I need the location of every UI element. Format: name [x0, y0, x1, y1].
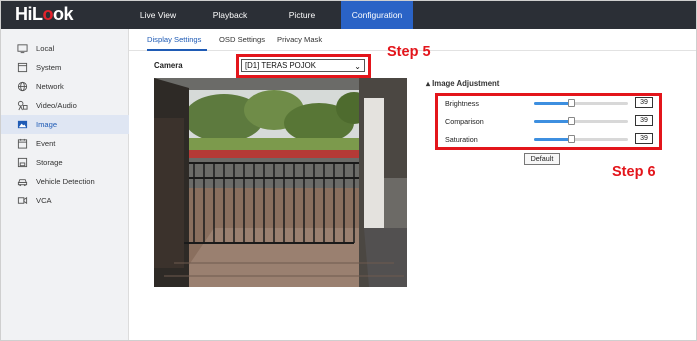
video-audio-icon	[17, 100, 28, 111]
top-navigation-bar: HiLook Live View Playback Picture Config…	[1, 1, 696, 29]
tab-osd-settings[interactable]: OSD Settings	[219, 29, 265, 51]
sidebar-item-label: Network	[36, 82, 64, 91]
sidebar-item-system[interactable]: System	[1, 58, 129, 77]
collapse-caret-icon: ▴	[426, 79, 430, 88]
sidebar-item-label: Image	[36, 120, 58, 129]
step6-label: Step 6	[612, 164, 656, 180]
monitor-icon	[17, 43, 28, 54]
sidebar-item-label: Vehicle Detection	[36, 177, 95, 186]
tab-privacy-mask[interactable]: Privacy Mask	[277, 29, 322, 51]
default-button[interactable]: Default	[524, 153, 560, 165]
image-icon	[17, 119, 28, 130]
sidebar-item-storage[interactable]: Storage	[1, 153, 129, 172]
vehicle-icon	[17, 176, 28, 187]
globe-icon	[17, 81, 28, 92]
image-adjustment-title[interactable]: ▴ Image Adjustment	[426, 79, 499, 88]
nav-playback[interactable]: Playback	[201, 1, 259, 29]
sidebar-item-label: Event	[36, 139, 56, 148]
step6-highlight-box	[435, 93, 662, 150]
nav-live-view[interactable]: Live View	[129, 1, 187, 29]
system-icon	[17, 62, 28, 73]
sidebar: Local System Network Video/Audio Image E…	[1, 29, 129, 340]
storage-icon	[17, 157, 28, 168]
vca-icon	[17, 195, 28, 206]
sidebar-item-image[interactable]: Image	[1, 115, 129, 134]
camera-label: Camera	[154, 61, 183, 70]
step5-highlight-box	[236, 54, 371, 78]
sidebar-item-label: System	[36, 63, 62, 72]
app-window: HiLook Live View Playback Picture Config…	[0, 0, 697, 341]
hilook-logo: HiLook	[15, 4, 74, 24]
sidebar-item-video-audio[interactable]: Video/Audio	[1, 96, 129, 115]
sidebar-item-label: Storage	[36, 158, 63, 167]
nav-picture[interactable]: Picture	[273, 1, 331, 29]
sidebar-item-vca[interactable]: VCA	[1, 191, 129, 210]
sidebar-item-label: Video/Audio	[36, 101, 77, 110]
event-icon	[17, 138, 28, 149]
step5-label: Step 5	[387, 44, 431, 60]
sidebar-item-event[interactable]: Event	[1, 134, 129, 153]
sidebar-item-vehicle-detection[interactable]: Vehicle Detection	[1, 172, 129, 191]
tab-display-settings[interactable]: Display Settings	[147, 29, 207, 51]
sidebar-item-local[interactable]: Local	[1, 39, 129, 58]
live-video-preview	[154, 78, 407, 287]
nav-configuration[interactable]: Configuration	[341, 1, 413, 29]
sidebar-item-network[interactable]: Network	[1, 77, 129, 96]
sidebar-item-label: VCA	[36, 196, 52, 205]
camera-scene-image	[154, 78, 407, 287]
sidebar-item-label: Local	[36, 44, 55, 53]
